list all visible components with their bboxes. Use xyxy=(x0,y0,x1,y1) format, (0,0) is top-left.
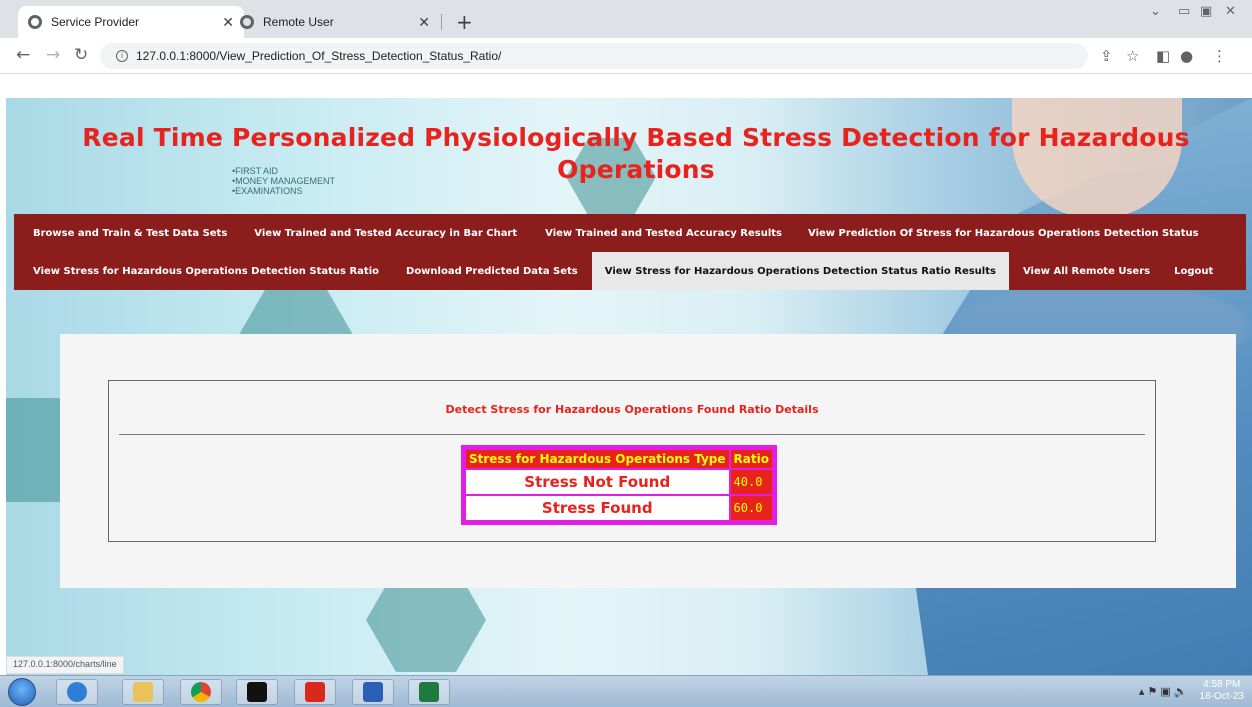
menu-logout[interactable]: Logout xyxy=(1164,252,1223,290)
page-viewport: Real Time Personalized Physiologically B… xyxy=(6,98,1252,675)
internet-explorer-icon[interactable] xyxy=(56,679,98,705)
new-tab-icon[interactable]: + xyxy=(456,10,473,34)
table-row: Stress Not Found 40.0 xyxy=(466,470,772,494)
profile-icon[interactable]: ● xyxy=(1180,47,1193,65)
pycharm-icon[interactable] xyxy=(236,679,278,705)
excel-icon[interactable] xyxy=(408,679,450,705)
browser-tab-bar: Service Provider ✕ Remote User ✕ + ⌄ ▭ ▣… xyxy=(0,0,1252,38)
ratio-cell: 60.0 xyxy=(730,496,772,520)
menu-remote-users[interactable]: View All Remote Users xyxy=(1009,252,1164,290)
clock[interactable]: 4:58 PM 18-Oct-23 xyxy=(1200,679,1244,703)
tab-search-icon[interactable]: ⌄ xyxy=(1150,4,1161,19)
ratio-cell: 40.0 xyxy=(730,470,772,494)
menu-dots-icon[interactable]: ⋮ xyxy=(1212,47,1227,65)
site-title: Real Time Personalized Physiologically B… xyxy=(82,123,1190,184)
menu-accuracy-results[interactable]: View Trained and Tested Accuracy Results xyxy=(531,214,796,252)
window-close-icon[interactable]: ✕ xyxy=(1225,4,1236,19)
url-input[interactable]: i 127.0.0.1:8000/View_Prediction_Of_Stre… xyxy=(100,43,1088,69)
close-icon[interactable]: ✕ xyxy=(418,14,430,31)
file-explorer-icon[interactable] xyxy=(122,679,164,705)
link-status-bubble: 127.0.0.1:8000/charts/line xyxy=(6,656,124,674)
column-header-ratio: Ratio xyxy=(730,450,772,468)
column-header-type: Stress for Hazardous Operations Type xyxy=(466,450,729,468)
content-panel: Detect Stress for Hazardous Operations F… xyxy=(60,334,1236,588)
back-arrow-icon[interactable]: ← xyxy=(16,45,30,65)
tab-separator xyxy=(441,14,442,30)
system-tray: ▴ ⚑ ▣ 🔈 4:58 PM 18-Oct-23 xyxy=(1139,679,1244,703)
app-icon[interactable] xyxy=(352,679,394,705)
address-bar-row: ← → ↻ i 127.0.0.1:8000/View_Prediction_O… xyxy=(0,38,1252,74)
tray-icons[interactable]: ▴ ⚑ ▣ 🔈 xyxy=(1139,685,1188,698)
chrome-icon[interactable] xyxy=(180,679,222,705)
menu-row-1: Browse and Train & Test Data Sets View T… xyxy=(20,214,1211,252)
start-button-icon[interactable] xyxy=(8,678,36,706)
clock-date: 18-Oct-23 xyxy=(1199,691,1244,702)
tab-title: Service Provider xyxy=(51,15,140,29)
tab-title: Remote User xyxy=(263,15,334,29)
bookmark-star-icon[interactable]: ☆ xyxy=(1126,47,1139,65)
forward-arrow-icon[interactable]: → xyxy=(46,45,60,65)
menu-browse-train-test[interactable]: Browse and Train & Test Data Sets xyxy=(20,214,240,252)
minimize-icon[interactable]: ▭ xyxy=(1178,4,1190,19)
ratio-details-heading: Detect Stress for Hazardous Operations F… xyxy=(445,403,819,416)
table-row: Stress Found 60.0 xyxy=(466,496,772,520)
menu-accuracy-bar-chart[interactable]: View Trained and Tested Accuracy in Bar … xyxy=(240,214,531,252)
url-text: 127.0.0.1:8000/View_Prediction_Of_Stress… xyxy=(136,49,502,63)
tab-service-provider[interactable]: Service Provider ✕ xyxy=(18,6,244,38)
menu-status-ratio[interactable]: View Stress for Hazardous Operations Det… xyxy=(20,252,392,290)
reload-icon[interactable]: ↻ xyxy=(74,45,88,65)
divider xyxy=(119,434,1145,435)
ratio-table: Stress for Hazardous Operations Type Rat… xyxy=(461,445,777,525)
menu-status-ratio-results[interactable]: View Stress for Hazardous Operations Det… xyxy=(591,252,1009,290)
share-icon[interactable]: ⇪ xyxy=(1100,47,1113,65)
background-text: •FIRST AID •MONEY MANAGEMENT •EXAMINATIO… xyxy=(232,166,335,196)
table-header-row: Stress for Hazardous Operations Type Rat… xyxy=(466,450,772,468)
os-taskbar: ▴ ⚑ ▣ 🔈 4:58 PM 18-Oct-23 xyxy=(0,675,1252,707)
globe-icon xyxy=(240,15,254,29)
clock-time: 4:58 PM xyxy=(1203,679,1241,690)
menu-row-2: View Stress for Hazardous Operations Det… xyxy=(20,252,1223,290)
side-panel-icon[interactable]: ◧ xyxy=(1156,47,1170,65)
menu-prediction-status[interactable]: View Prediction Of Stress for Hazardous … xyxy=(796,214,1211,252)
acrobat-icon[interactable] xyxy=(294,679,336,705)
main-menu: Browse and Train & Test Data Sets View T… xyxy=(14,214,1246,290)
info-icon[interactable]: i xyxy=(116,50,128,62)
tab-remote-user[interactable]: Remote User ✕ xyxy=(230,6,440,38)
globe-icon xyxy=(28,15,42,29)
maximize-icon[interactable]: ▣ xyxy=(1200,4,1212,19)
ratio-details-box: Detect Stress for Hazardous Operations F… xyxy=(108,380,1156,542)
menu-download-datasets[interactable]: Download Predicted Data Sets xyxy=(392,252,592,290)
stress-type-cell: Stress Found xyxy=(466,496,729,520)
stress-type-cell: Stress Not Found xyxy=(466,470,729,494)
